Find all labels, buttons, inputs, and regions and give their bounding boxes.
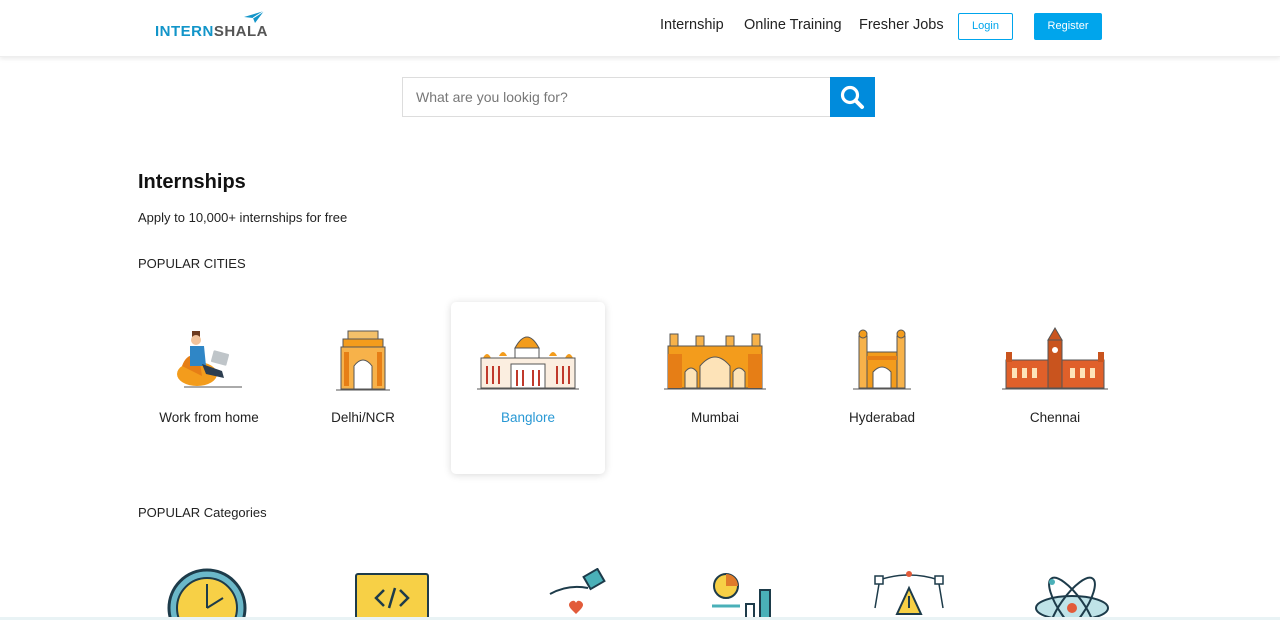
- design-pen-icon: [874, 571, 944, 615]
- city-name: Mumbai: [690, 410, 739, 425]
- popular-cities-label: POPULAR CITIES: [138, 256, 246, 271]
- clock-icon: [167, 568, 247, 620]
- chennai-central-icon: [1002, 327, 1108, 390]
- city-card-hyderabad[interactable]: Hyderabad: [805, 302, 959, 474]
- charminar-icon: [853, 329, 911, 390]
- category-clock[interactable]: [157, 568, 257, 620]
- city-name: Hyderabad: [848, 410, 916, 425]
- top-navbar: INTERNSHALA Internship Online Training F…: [0, 0, 1280, 57]
- nav-online-training[interactable]: Online Training: [744, 17, 842, 33]
- category-hand-heart[interactable]: [528, 568, 628, 620]
- hand-heart-icon: [549, 568, 606, 614]
- logo-part-shala: SHALA: [213, 23, 269, 40]
- logo-part-intern: INTERN: [155, 23, 214, 40]
- page-subtitle: Apply to 10,000+ internships for free: [138, 210, 348, 225]
- gateway-of-india-icon: [664, 333, 766, 390]
- paper-plane-icon: [244, 10, 265, 23]
- vidhana-soudha-icon: [477, 336, 579, 390]
- city-card-banglore[interactable]: Banglore: [451, 302, 605, 474]
- register-button[interactable]: Register: [1034, 13, 1102, 40]
- code-icon: [355, 573, 429, 620]
- category-science[interactable]: [1022, 568, 1122, 620]
- category-chart[interactable]: [700, 568, 800, 620]
- atom-icon: [1035, 576, 1109, 620]
- search-button[interactable]: [830, 77, 875, 117]
- india-gate-icon: [336, 330, 390, 391]
- city-name: Banglore: [500, 410, 556, 425]
- nav-fresher-jobs[interactable]: Fresher Jobs: [859, 17, 944, 33]
- city-card-work-from-home[interactable]: Work from home: [132, 302, 286, 474]
- work-from-home-icon: [177, 331, 242, 388]
- category-design[interactable]: [859, 568, 959, 620]
- city-name: Work from home: [159, 410, 259, 425]
- category-code[interactable]: [342, 568, 442, 620]
- city-card-mumbai[interactable]: Mumbai: [638, 302, 792, 474]
- city-name: Chennai: [1029, 410, 1081, 425]
- page-title: Internships: [138, 171, 246, 193]
- internshala-logo[interactable]: INTERNSHALA: [155, 10, 275, 42]
- chart-icon: [712, 573, 771, 620]
- nav-internship[interactable]: Internship: [660, 17, 724, 33]
- search-icon: [840, 85, 864, 109]
- search-input[interactable]: What are you lookig for?: [402, 77, 830, 117]
- city-name: Delhi/NCR: [331, 410, 395, 425]
- popular-categories-label: POPULAR Categories: [138, 505, 267, 520]
- city-card-delhi-ncr[interactable]: Delhi/NCR: [286, 302, 440, 474]
- city-card-chennai[interactable]: Chennai: [978, 302, 1132, 474]
- logo-wordmark: INTERNSHALA: [155, 23, 268, 40]
- login-button[interactable]: Login: [958, 13, 1013, 40]
